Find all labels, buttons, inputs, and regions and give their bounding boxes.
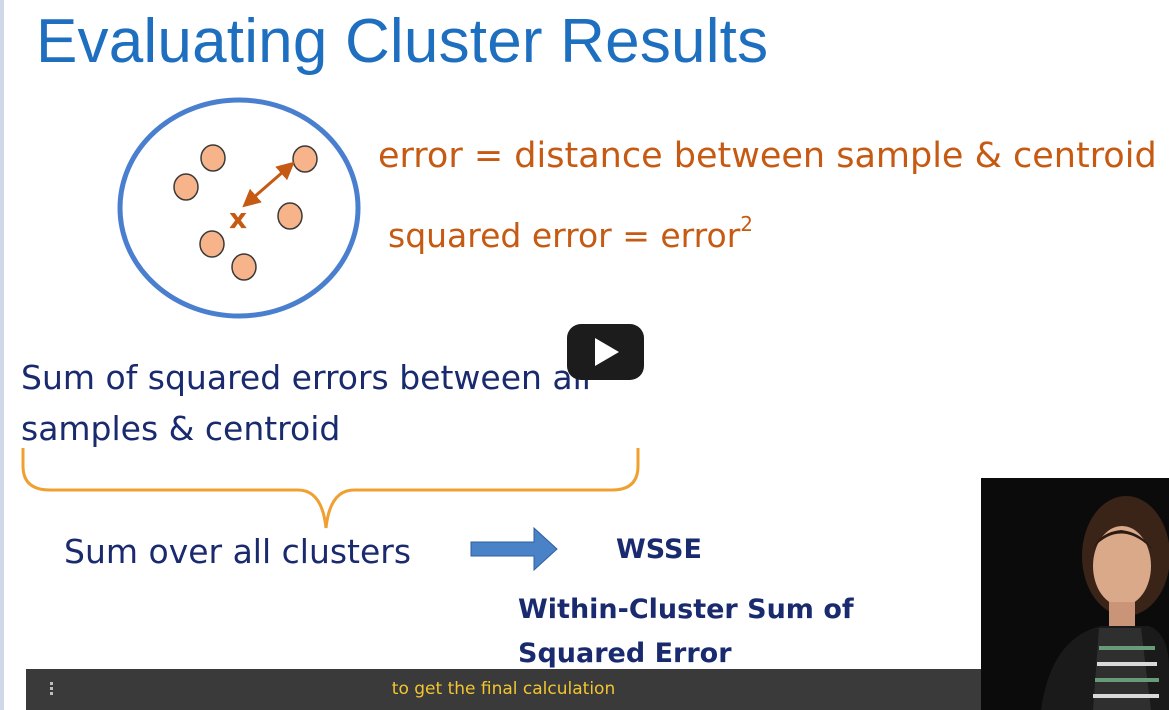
play-button[interactable] <box>567 324 644 380</box>
caption-text: to get the final calculation <box>391 679 616 699</box>
squared-error-text: squared error = error <box>388 216 741 255</box>
sample-point <box>292 145 318 173</box>
sum-over-clusters-text: Sum over all clusters <box>64 532 412 571</box>
squared-error-definition: squared error = error2 <box>388 212 753 255</box>
summation-brace <box>21 448 640 529</box>
sample-point <box>173 173 199 201</box>
sample-point <box>200 144 226 172</box>
play-icon <box>595 338 619 366</box>
presenter-image <box>981 478 1169 710</box>
centroid-marker: x <box>229 202 247 235</box>
wsse-definition: Within-Cluster Sum of Squared Error <box>518 588 854 676</box>
sample-point <box>231 253 257 281</box>
sse-line-1: Sum of squared errors between all <box>21 358 591 397</box>
sse-description: Sum of squared errors between all sample… <box>21 352 591 454</box>
caption-bar: to get the final calculation <box>26 669 981 710</box>
distance-arrow <box>242 161 295 208</box>
error-definition: error = distance between sample & centro… <box>378 136 1157 176</box>
wsse-label: WSSE <box>616 534 702 565</box>
sample-point <box>199 230 225 258</box>
presenter-video <box>981 478 1169 710</box>
squared-error-exponent: 2 <box>740 212 754 236</box>
sse-line-2: samples & centroid <box>21 409 341 448</box>
wsse-line-1: Within-Cluster Sum of <box>518 594 854 625</box>
sample-point <box>277 202 303 230</box>
right-arrow <box>470 526 558 572</box>
